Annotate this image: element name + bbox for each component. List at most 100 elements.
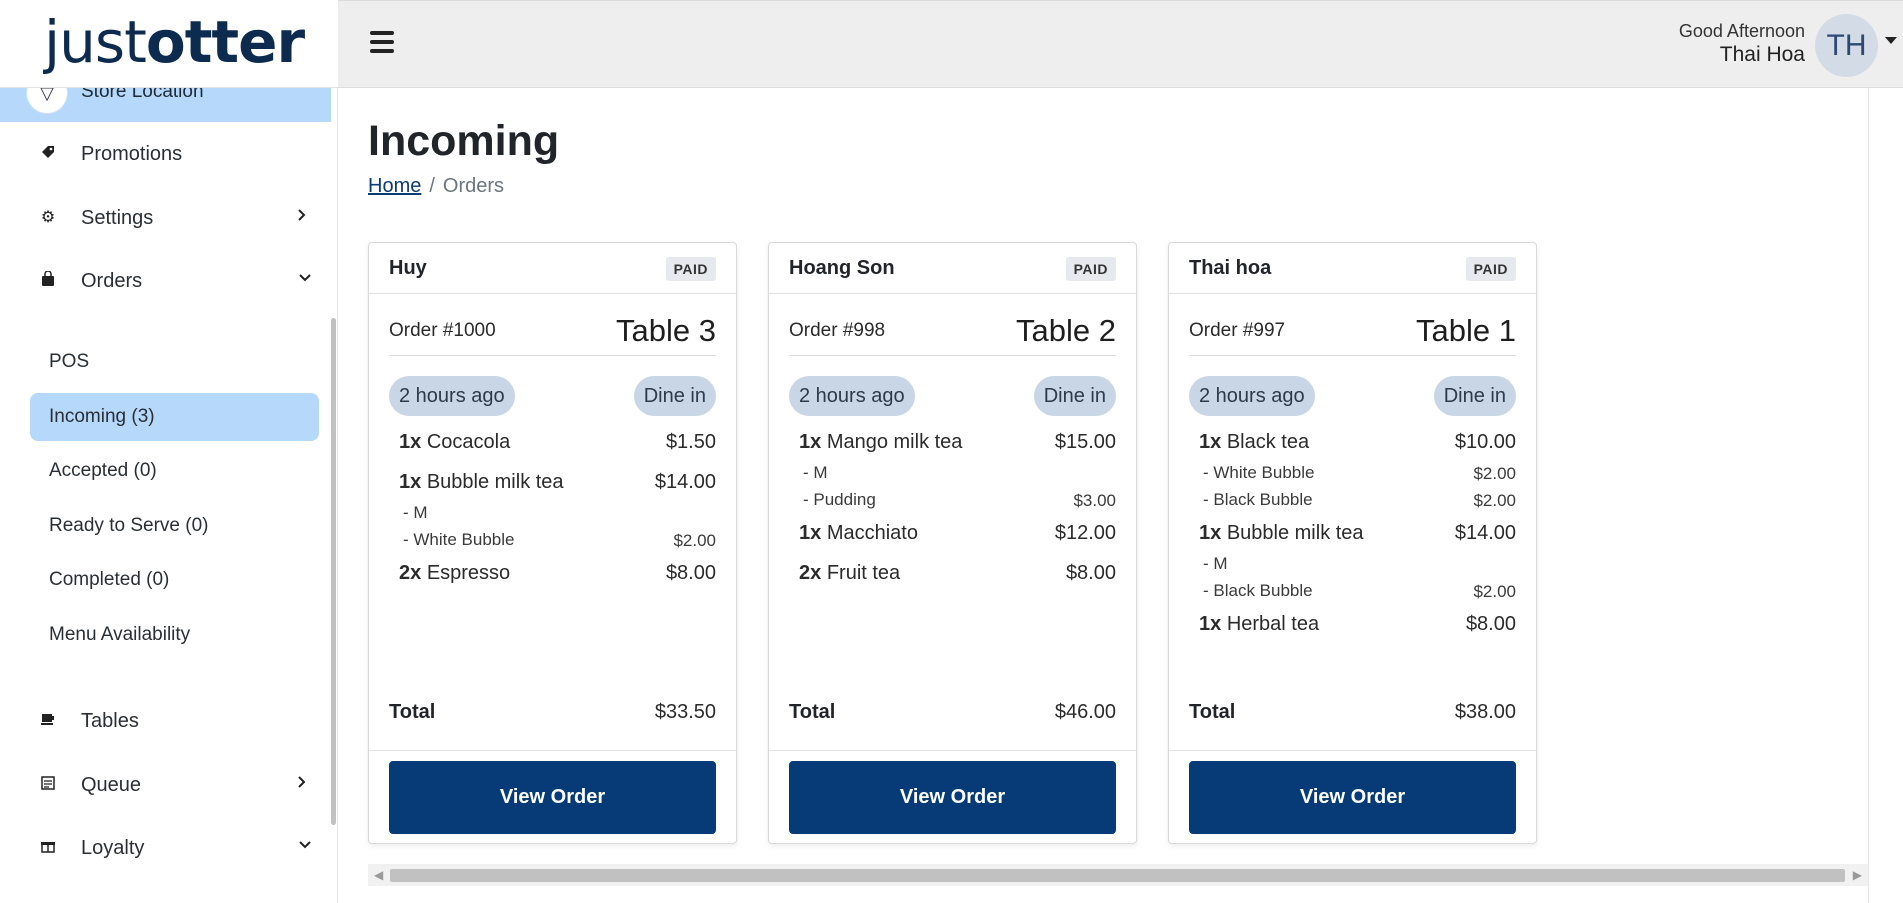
table-icon xyxy=(38,711,58,731)
sidebar-item-label: Promotions xyxy=(81,143,183,165)
modifier-name: - Black Bubble xyxy=(1203,581,1313,600)
sidebar-subitem-accepted[interactable]: Accepted (0) xyxy=(30,447,319,495)
item-qty: 1x xyxy=(799,522,822,544)
item-price: $8.00 xyxy=(665,562,716,584)
menu-toggle-icon[interactable] xyxy=(370,31,394,53)
order-number: Order #998 xyxy=(789,320,886,341)
sidebar-item-queue[interactable]: Queue xyxy=(0,761,331,811)
top-header: Good Afternoon Thai Hoa TH xyxy=(338,0,1903,88)
divider xyxy=(369,750,736,751)
sidebar-subitem-incoming[interactable]: Incoming (3) xyxy=(30,393,319,441)
user-greeting: Good Afternoon Thai Hoa xyxy=(1679,20,1805,68)
view-order-button[interactable]: View Order xyxy=(389,761,716,834)
table-number: Table 3 xyxy=(616,313,716,348)
chevron-down-icon xyxy=(296,836,314,859)
sidebar-subitem-label: Incoming (3) xyxy=(49,406,155,427)
divider xyxy=(1189,355,1516,356)
gift-icon xyxy=(38,838,58,858)
caret-down-icon[interactable] xyxy=(1885,37,1897,44)
total-value: $33.50 xyxy=(654,701,716,723)
order-card: Huy PAID Order #1000 Table 3 2 hours ago… xyxy=(368,242,737,844)
item-price: $1.50 xyxy=(665,431,716,453)
sidebar-subitem-label: Accepted (0) xyxy=(49,460,157,481)
item-modifier: - White Bubble $2.00 xyxy=(389,528,716,560)
item-modifier: - Pudding $3.00 xyxy=(789,488,1116,520)
total-label: Total xyxy=(389,701,436,723)
scroll-left-icon[interactable]: ◀ xyxy=(374,868,383,882)
order-item: 1x Herbal tea $8.00 xyxy=(1189,611,1516,651)
order-item: 1x Bubble milk tea $14.00 xyxy=(1189,520,1516,552)
user-name: Thai Hoa xyxy=(1719,43,1805,66)
breadcrumb-home-link[interactable]: Home xyxy=(368,175,421,197)
modifier-name: - Pudding xyxy=(803,490,876,509)
modifier-name: - M xyxy=(1203,554,1228,573)
item-name: Cocacola xyxy=(426,431,511,453)
sidebar-item-tables[interactable]: Tables xyxy=(0,697,331,747)
order-item: 1x Bubble milk tea $14.00 xyxy=(389,469,716,501)
item-qty: 1x xyxy=(799,431,822,453)
total-label: Total xyxy=(789,701,836,723)
status-badge: PAID xyxy=(665,257,716,281)
greeting-text: Good Afternoon xyxy=(1678,21,1805,41)
page-title: Incoming xyxy=(368,117,560,165)
order-number: Order #1000 xyxy=(389,320,496,341)
view-order-button[interactable]: View Order xyxy=(1189,761,1516,834)
table-number: Table 1 xyxy=(1416,313,1516,348)
item-qty: 1x xyxy=(1199,522,1222,544)
app-logo[interactable]: justotter xyxy=(44,12,305,72)
order-card-header: Huy PAID xyxy=(369,243,736,294)
content-edge xyxy=(1868,88,1869,903)
customer-name: Huy xyxy=(389,257,427,279)
queue-icon xyxy=(38,775,58,795)
chevron-right-icon xyxy=(296,206,308,229)
sidebar-scrollbar[interactable] xyxy=(331,318,336,825)
modifier-name: - White Bubble xyxy=(1203,463,1315,482)
breadcrumb-separator: / xyxy=(429,175,435,197)
item-name: Mango milk tea xyxy=(826,431,963,453)
item-modifier: - White Bubble $2.00 xyxy=(1189,461,1516,488)
sidebar-item-label: Queue xyxy=(81,774,142,796)
total-value: $46.00 xyxy=(1054,701,1116,723)
sidebar-subitem-completed[interactable]: Completed (0) xyxy=(30,556,319,604)
view-order-button[interactable]: View Order xyxy=(789,761,1116,834)
item-modifier: - Black Bubble $2.00 xyxy=(1189,488,1516,520)
horizontal-scrollbar[interactable]: ◀ ▶ xyxy=(368,864,1868,886)
item-qty: 2x xyxy=(799,562,822,584)
scroll-right-icon[interactable]: ▶ xyxy=(1853,868,1862,882)
order-items-list: 1x Cocacola $1.50 1x Bubble milk tea $14… xyxy=(389,429,716,600)
item-qty: 1x xyxy=(1199,613,1222,635)
item-qty: 1x xyxy=(399,431,422,453)
item-name: Fruit tea xyxy=(826,562,901,584)
order-card: Hoang Son PAID Order #998 Table 2 2 hour… xyxy=(768,242,1137,844)
order-time-badge: 2 hours ago xyxy=(389,376,515,416)
sidebar: justotter ▽ Store Location Promotions ⚙ … xyxy=(0,0,338,903)
order-item: 2x Fruit tea $8.00 xyxy=(789,560,1116,600)
item-modifier: - M xyxy=(1189,552,1516,579)
sidebar-item-loyalty[interactable]: Loyalty xyxy=(0,824,331,874)
avatar[interactable]: TH xyxy=(1815,14,1878,77)
modifier-name: - M xyxy=(803,463,828,482)
divider xyxy=(1169,750,1536,751)
sidebar-item-orders[interactable]: Orders xyxy=(0,257,331,307)
divider xyxy=(789,355,1116,356)
sidebar-item-settings[interactable]: ⚙ Settings xyxy=(0,194,331,244)
modifier-price: $2.00 xyxy=(1473,464,1516,483)
order-type-badge: Dine in xyxy=(1433,376,1516,416)
item-modifier: - M xyxy=(389,501,716,528)
logo-bar: justotter xyxy=(0,0,338,88)
sidebar-subitem-menu-availability[interactable]: Menu Availability xyxy=(30,611,319,659)
sidebar-subitem-pos[interactable]: POS xyxy=(30,338,319,386)
scrollbar-thumb[interactable] xyxy=(390,869,1845,882)
sidebar-subitem-ready-to-serve[interactable]: Ready to Serve (0) xyxy=(30,502,319,550)
item-name: Espresso xyxy=(426,562,511,584)
order-time-badge: 2 hours ago xyxy=(789,376,915,416)
divider xyxy=(389,355,716,356)
sidebar-item-promotions[interactable]: Promotions xyxy=(0,130,331,180)
modifier-price: $2.00 xyxy=(1473,582,1516,601)
table-number: Table 2 xyxy=(1016,313,1116,348)
order-item: 2x Espresso $8.00 xyxy=(389,560,716,600)
customer-name: Thai hoa xyxy=(1189,257,1272,279)
item-price: $10.00 xyxy=(1454,431,1516,453)
customer-name: Hoang Son xyxy=(789,257,895,279)
gear-icon: ⚙ xyxy=(40,209,56,226)
